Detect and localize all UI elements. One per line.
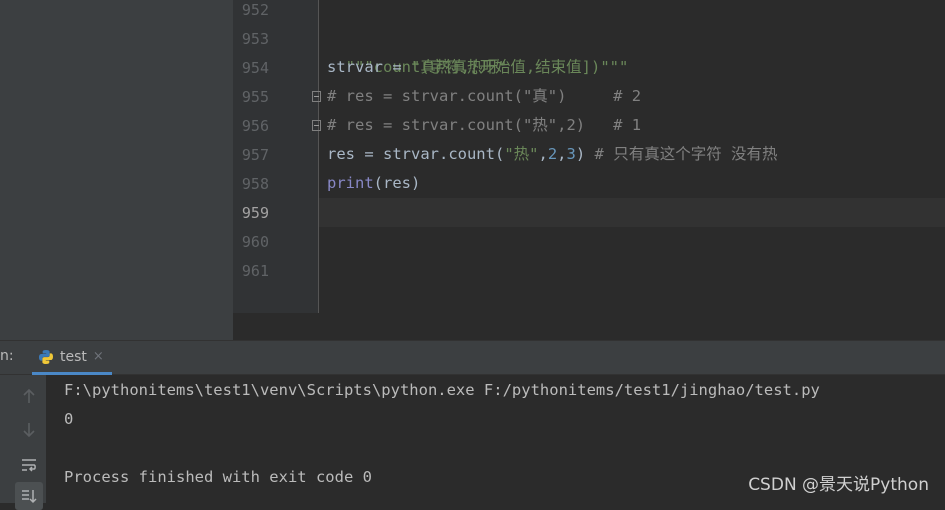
line-number: 958	[241, 175, 269, 193]
code-line-954: strvar = "真热真热呀"	[327, 53, 507, 82]
number-literal: 3	[566, 145, 576, 163]
arrow-up-icon[interactable]	[15, 382, 43, 410]
current-line-highlight	[319, 198, 945, 227]
string-literal: "真热真热呀"	[411, 58, 508, 76]
console-command: F:\pythonitems\test1\venv\Scripts\python…	[64, 381, 820, 399]
code-text: strvar =	[327, 58, 411, 76]
line-number: 961	[241, 262, 269, 280]
fold-start-icon[interactable]	[312, 91, 321, 102]
tab-label: test	[60, 348, 87, 365]
run-tool-header	[0, 340, 945, 375]
line-number: 952	[241, 1, 269, 19]
line-number: 956	[241, 117, 269, 135]
comma: ,	[557, 145, 567, 163]
close-icon[interactable]: ×	[93, 349, 104, 364]
code-line-955: # res = strvar.count("真") # 2	[327, 82, 641, 111]
console-exit-message: Process finished with exit code 0	[64, 468, 372, 486]
code-text: )	[575, 145, 595, 163]
code-line-956: # res = strvar.count("热",2) # 1	[327, 111, 641, 140]
code-line-958: print(res)	[327, 169, 420, 198]
line-number: 954	[241, 59, 269, 77]
soft-wrap-icon[interactable]	[15, 451, 43, 479]
line-number-current: 959	[241, 204, 269, 222]
comment: # res = strvar.count("真") # 2	[327, 87, 642, 105]
string-literal: "热"	[504, 145, 539, 163]
run-panel-label: n:	[0, 348, 14, 364]
project-panel	[0, 0, 233, 340]
line-number: 955	[241, 88, 269, 106]
console-output: 0	[64, 410, 74, 428]
comment: # 只有真这个字符 没有热	[594, 145, 778, 163]
code-text: res = strvar.count(	[327, 145, 505, 163]
tab-test[interactable]: test ×	[32, 341, 112, 375]
line-number: 960	[241, 233, 269, 251]
editor-bottom-area	[233, 313, 945, 340]
arrow-down-icon[interactable]	[15, 416, 43, 444]
line-number: 957	[241, 146, 269, 164]
watermark: CSDN @景天说Python	[748, 475, 929, 495]
code-text: (res)	[373, 174, 421, 192]
fold-end-icon[interactable]	[312, 120, 321, 131]
comma: ,	[538, 145, 548, 163]
code-line-957: res = strvar.count("热",2,3) # 只有真这个字符 没有…	[327, 140, 778, 169]
code-line-953: """count(字符,[开始值,结束值])"""	[327, 24, 629, 76]
scroll-to-end-icon[interactable]	[15, 482, 43, 510]
comment: # res = strvar.count("热",2) # 1	[327, 116, 642, 134]
python-icon	[39, 349, 53, 364]
line-number: 953	[241, 30, 269, 48]
builtin-function: print	[327, 174, 374, 192]
number-literal: 2	[547, 145, 558, 163]
